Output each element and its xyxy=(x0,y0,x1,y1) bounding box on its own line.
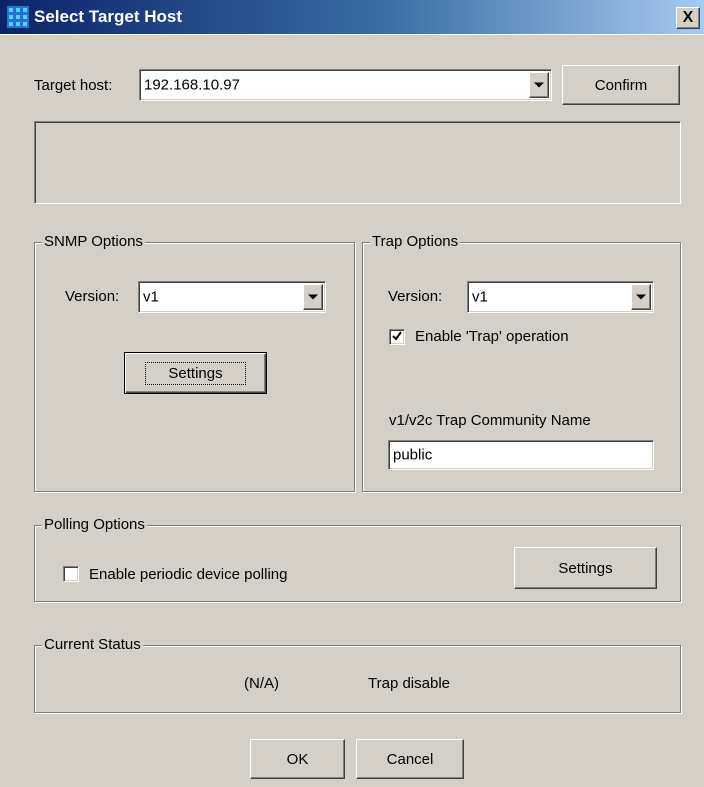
trap-version-value: v1 xyxy=(472,288,488,306)
window-title: Select Target Host xyxy=(34,7,183,26)
trap-options-label: Trap Options xyxy=(370,233,461,250)
close-button[interactable]: X xyxy=(676,7,700,29)
ok-button-label: OK xyxy=(286,750,309,768)
close-icon: X xyxy=(682,9,694,26)
polling-enable-label: Enable periodic device polling xyxy=(89,566,288,583)
chevron-down-icon xyxy=(636,294,646,300)
snmp-settings-button-label: Settings xyxy=(145,361,246,385)
confirm-button-label: Confirm xyxy=(594,76,648,94)
snmp-options-label: SNMP Options xyxy=(42,233,145,250)
grid-app-icon xyxy=(7,6,29,28)
trap-version-dropdown-button[interactable] xyxy=(631,284,651,310)
checkmark-icon xyxy=(392,331,402,341)
snmp-version-label: Version: xyxy=(65,288,120,305)
polling-settings-button[interactable]: Settings xyxy=(514,547,657,589)
target-host-label: Target host: xyxy=(34,77,113,94)
snmp-settings-button[interactable]: Settings xyxy=(124,352,267,394)
info-panel xyxy=(34,121,681,204)
trap-community-value: public xyxy=(393,446,433,464)
trap-version-label: Version: xyxy=(388,288,443,305)
target-host-value: 192.168.10.97 xyxy=(144,76,240,94)
trap-community-input[interactable]: public xyxy=(388,440,654,470)
current-status-label: Current Status xyxy=(42,636,143,653)
title-bar[interactable]: Select Target Host X xyxy=(0,0,704,35)
polling-options-label: Polling Options xyxy=(42,516,147,533)
chevron-down-icon xyxy=(308,294,318,300)
snmp-version-value: v1 xyxy=(143,288,159,306)
trap-enable-checkbox[interactable] xyxy=(389,329,405,345)
ok-button[interactable]: OK xyxy=(250,739,345,779)
trap-enable-label: Enable 'Trap' operation xyxy=(415,328,569,345)
snmp-version-dropdown-button[interactable] xyxy=(303,284,323,310)
trap-community-label: v1/v2c Trap Community Name xyxy=(389,412,591,429)
polling-settings-button-label: Settings xyxy=(558,559,613,577)
confirm-button[interactable]: Confirm xyxy=(562,65,680,105)
polling-enable-checkbox[interactable] xyxy=(63,566,79,582)
cancel-button-label: Cancel xyxy=(386,750,434,768)
trap-status-text: Trap disable xyxy=(368,675,450,692)
target-host-combo[interactable]: 192.168.10.97 xyxy=(139,69,552,101)
chevron-down-icon xyxy=(534,82,544,88)
snmp-version-combo[interactable]: v1 xyxy=(138,281,326,313)
cancel-button[interactable]: Cancel xyxy=(356,739,464,779)
target-host-dropdown-button[interactable] xyxy=(529,72,549,98)
trap-version-combo[interactable]: v1 xyxy=(467,281,654,313)
current-status-group xyxy=(34,645,681,713)
polling-status-text: (N/A) xyxy=(244,675,279,692)
